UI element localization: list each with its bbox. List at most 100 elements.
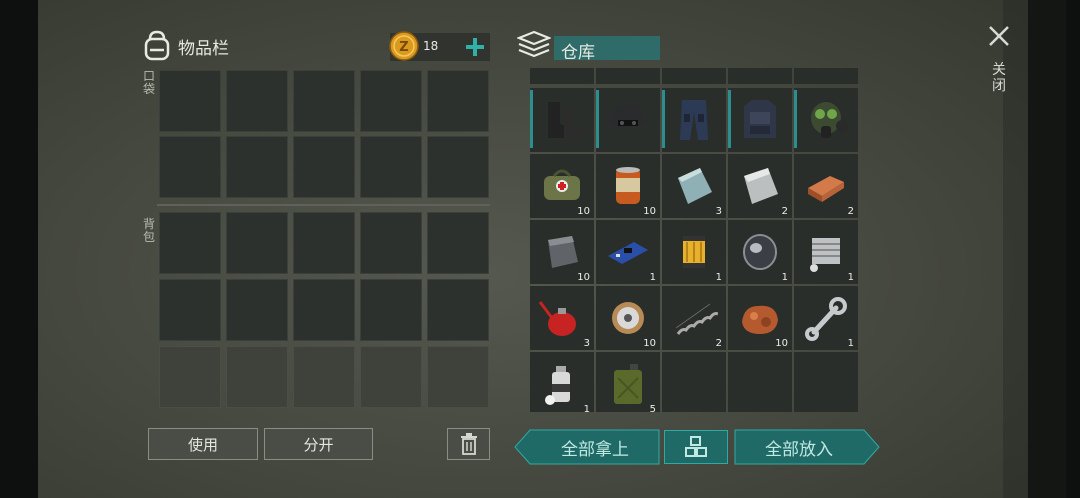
sort-button[interactable] [664,430,728,464]
storage-title: 仓库 [561,43,595,63]
storage-slot[interactable]: 10 [530,220,594,284]
storage-slot[interactable] [794,352,858,412]
pocket-label: 口袋 [142,69,155,96]
backpack-slot[interactable] [226,212,288,274]
item-count: 1 [781,272,788,283]
storage-slot[interactable]: 1 [728,220,792,284]
split-button[interactable]: 分开 [264,428,373,460]
gas-mask-icon [811,102,848,138]
backpack-slot[interactable] [226,279,288,341]
pocket-slot[interactable] [293,136,355,198]
storage-slot[interactable]: 1 [596,220,660,284]
storage-slot[interactable] [530,68,594,84]
storage-slot[interactable]: 2 [728,154,792,218]
storage-slot[interactable]: 10 [596,154,660,218]
item-count: 10 [577,272,590,283]
item-count: 10 [577,206,590,217]
side-shade [1003,0,1066,498]
pocket-slot[interactable] [159,70,221,132]
item-count: 1 [649,272,656,283]
storage-slot[interactable] [728,352,792,412]
wrench-icon [805,297,847,341]
storage-slot[interactable] [530,88,594,152]
storage-slot[interactable]: 2 [794,154,858,218]
aluminum-plate-icon [744,168,778,204]
backpack-slot[interactable] [360,279,422,341]
take-all-button[interactable]: 全部拿上 [530,430,660,464]
use-button[interactable]: 使用 [148,428,258,460]
storage-slot[interactable]: 5 [596,352,660,412]
backpack-slot[interactable] [360,346,422,408]
storage-slot[interactable]: 1 [794,220,858,284]
backpack-slot[interactable] [427,212,489,274]
inventory-header: 物品栏 [142,30,229,62]
jerrycan-icon [614,364,642,404]
storage-slot[interactable] [662,68,726,84]
pocket-slot[interactable] [360,136,422,198]
storage-slot[interactable] [728,88,792,152]
pocket-slot[interactable] [427,136,489,198]
item-count: 3 [715,206,722,217]
close-icon[interactable] [987,24,1011,48]
pocket-slot[interactable] [226,70,288,132]
engine-cylinder-icon [810,238,840,272]
close-label[interactable]: 关闭 [991,62,1007,94]
oil-can-icon [538,301,576,336]
storage-slot[interactable]: 10 [596,286,660,350]
filter-icon [683,236,705,268]
storage-slot[interactable]: 1 [794,286,858,350]
item-count: 2 [847,206,854,217]
backpack-slot[interactable] [427,346,489,408]
glass-sheet-icon [678,168,712,204]
backpack-slot[interactable] [159,279,221,341]
backpack-slot[interactable] [159,346,221,408]
pocket-slot[interactable] [360,70,422,132]
storage-slot[interactable]: 10 [728,286,792,350]
wire-spool-icon [612,302,644,334]
storage-slot[interactable] [662,88,726,152]
lens-icon [743,234,777,270]
backpack-icon [144,30,170,61]
backpack-slot[interactable] [159,212,221,274]
storage-slot[interactable]: 1 [662,220,726,284]
backpack-slot[interactable] [293,279,355,341]
armor-vest-icon [744,100,776,138]
pocket-slot[interactable] [427,70,489,132]
storage-slot[interactable] [596,88,660,152]
storage-slot[interactable] [662,352,726,412]
item-count: 10 [775,338,788,349]
tactical-pants-icon [680,100,708,140]
backpack-slot[interactable] [427,279,489,341]
backpack-slot[interactable] [226,346,288,408]
pocket-slot[interactable] [293,70,355,132]
storage-slot[interactable] [794,68,858,84]
steel-plate-icon [548,236,578,268]
section-divider [157,204,490,206]
trash-button[interactable] [447,428,490,460]
item-count: 1 [847,272,854,283]
storage-slot[interactable]: 1 [530,352,594,412]
svg-text:Z: Z [399,40,408,55]
put-all-button[interactable]: 全部放入 [734,430,864,464]
storage-slot[interactable] [728,68,792,84]
pocket-slot[interactable] [159,136,221,198]
storage-slot[interactable]: 3 [662,154,726,218]
canned-food-icon [616,167,640,204]
item-count: 2 [715,338,722,349]
storage-slot[interactable] [794,88,858,152]
helmet-icon [610,104,646,126]
storage-slot[interactable]: 10 [530,154,594,218]
item-count: 1 [583,404,590,412]
copper-ore-icon [742,305,778,334]
coin-count: 18 [423,39,439,53]
backpack-slot[interactable] [360,212,422,274]
boots-icon [548,102,584,138]
game-screen: 物品栏 Z 18 口袋 背包 使用 分开 仓库 10 10 3 2 2 10 1… [38,0,1066,498]
storage-slot[interactable] [596,68,660,84]
storage-slot[interactable]: 2 [662,286,726,350]
pocket-slot[interactable] [226,136,288,198]
backpack-slot[interactable] [293,346,355,408]
backpack-slot[interactable] [293,212,355,274]
storage-slot[interactable]: 3 [530,286,594,350]
add-coins-button[interactable] [465,37,485,57]
